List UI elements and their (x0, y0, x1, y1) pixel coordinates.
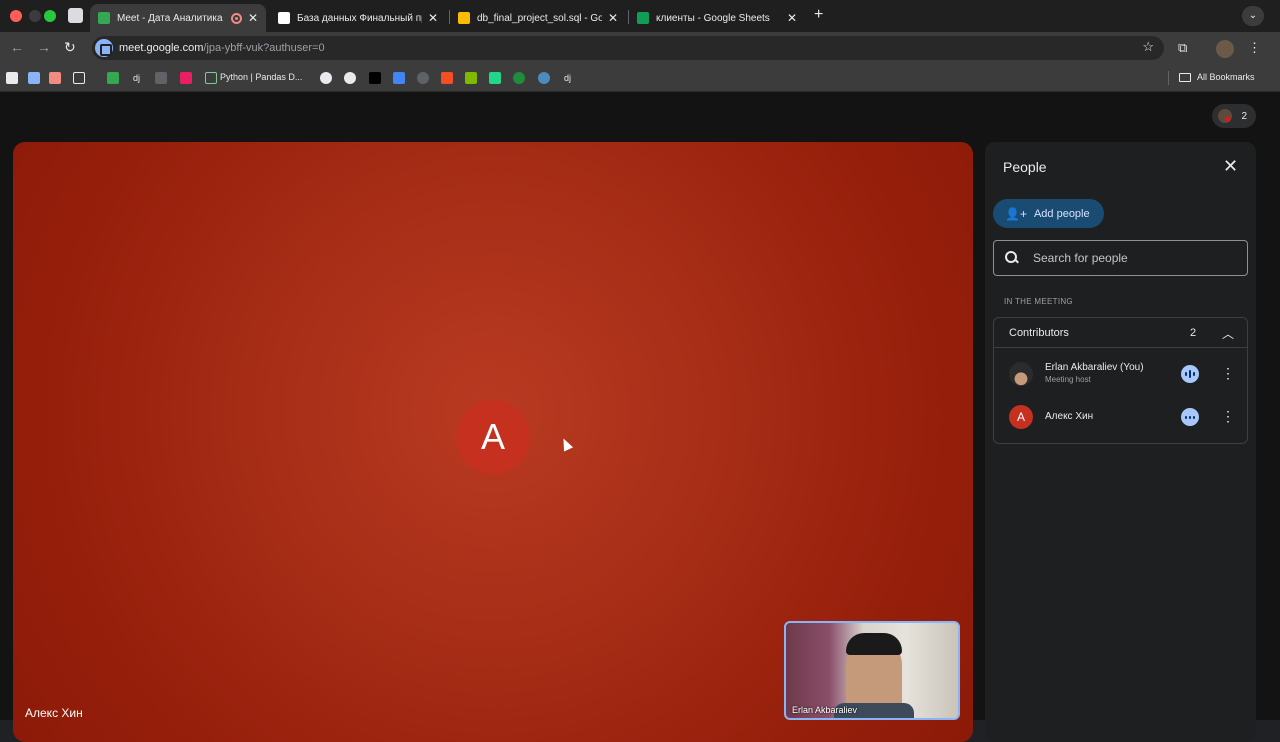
tab-strip: Meet - Дата Аналитика ✕ База данных Фина… (0, 0, 1280, 32)
apps-grid-icon[interactable] (73, 72, 85, 84)
back-arrow-icon[interactable]: ← (10, 39, 24, 55)
tab-close-icon[interactable]: ✕ (787, 11, 797, 25)
list-item: Erlan Akbaraliev (You) Meeting host ⋮ (994, 354, 1247, 394)
contributors-header[interactable]: Contributors 2 ︿ (994, 318, 1247, 348)
section-label: IN THE MEETING (1004, 297, 1073, 306)
extensions-icon[interactable]: ⧉ (1178, 40, 1187, 56)
kebab-menu-icon[interactable]: ⋮ (1248, 40, 1261, 56)
python-icon[interactable] (538, 72, 550, 84)
reload-icon[interactable]: ↻ (64, 39, 76, 56)
tab-database[interactable]: База данных Финальный пр ✕ (270, 4, 446, 32)
tab-title: Meet - Дата Аналитика (117, 12, 223, 24)
forward-arrow-icon[interactable]: → (37, 39, 51, 55)
bookmarks-bar: dj Python | Pandas D... dj All Bookmarks (0, 64, 1280, 92)
github-icon[interactable] (417, 72, 429, 84)
tab-sql-file[interactable]: db_final_project_sol.sql - Go ✕ (450, 4, 626, 32)
tab-close-icon[interactable]: ✕ (608, 11, 618, 25)
bookmark-dj[interactable]: dj (564, 73, 571, 83)
bookmark-icon[interactable] (513, 72, 525, 84)
bookmark-icon[interactable] (369, 72, 381, 84)
contributors-group: Contributors 2 ︿ Erlan Akbaraliev (You) … (993, 317, 1248, 444)
group-count: 2 (1190, 327, 1197, 339)
bookmark-icon[interactable] (49, 72, 61, 84)
add-people-label: Add people (1033, 207, 1090, 220)
profile-avatar[interactable] (1216, 40, 1234, 58)
participant-count-chip[interactable]: 2 (1212, 104, 1256, 128)
tab-sheets[interactable]: клиенты - Google Sheets ✕ (629, 4, 805, 32)
close-icon[interactable]: ✕ (1223, 156, 1238, 177)
doc-favicon-icon (278, 12, 290, 24)
docs-icon[interactable] (393, 72, 405, 84)
bookmark-icon[interactable] (344, 72, 356, 84)
participant-avatar: A (456, 400, 530, 474)
github-icon[interactable] (320, 72, 332, 84)
avatar: A (1009, 405, 1033, 429)
participant-count: 2 (1241, 110, 1247, 122)
self-view-name: Erlan Akbaraliev (792, 705, 858, 715)
search-icon (1005, 251, 1019, 265)
drive-favicon-icon (458, 12, 470, 24)
search-input[interactable] (1033, 251, 1233, 265)
bookmark-icon[interactable] (180, 72, 192, 84)
window-zoom-button[interactable] (44, 10, 56, 22)
bookmark-divider (1168, 71, 1169, 85)
bookmark-python-pandas[interactable]: Python | Pandas D... (220, 72, 302, 82)
bookmark-dj[interactable]: dj (133, 73, 140, 83)
list-item: A Алекс Хин ⋮ (994, 397, 1247, 437)
window-close-button[interactable] (10, 10, 22, 22)
people-search-box[interactable] (993, 240, 1248, 276)
person-name: Алекс Хин (1045, 411, 1094, 422)
avatar (1009, 362, 1033, 386)
add-person-icon: 👤+ (1005, 206, 1027, 221)
window-minimize-button[interactable] (29, 10, 41, 22)
audio-indicator-icon (1181, 365, 1199, 383)
more-vert-icon[interactable]: ⋮ (1221, 366, 1235, 380)
tab-title: База данных Финальный пр (297, 12, 422, 24)
mouse-cursor-icon (558, 436, 574, 452)
panel-title: People (1003, 159, 1047, 175)
tab-meet[interactable]: Meet - Дата Аналитика ✕ (90, 4, 266, 32)
pinned-tab[interactable] (68, 8, 83, 23)
avatar-badge (1225, 116, 1231, 122)
bookmark-icon[interactable] (489, 72, 501, 84)
more-vert-icon[interactable]: ⋮ (1221, 409, 1235, 423)
bookmark-icon[interactable] (155, 72, 167, 84)
site-info-icon[interactable] (95, 39, 113, 57)
all-bookmarks[interactable]: All Bookmarks (1197, 72, 1255, 82)
chevron-up-icon[interactable]: ︿ (1222, 325, 1234, 342)
bookmark-star-icon[interactable]: ☆ (1142, 39, 1154, 55)
drive-icon[interactable] (107, 72, 119, 84)
self-video-hair (846, 633, 902, 655)
add-people-button[interactable]: 👤+ Add people (993, 199, 1104, 228)
url-path: /jpa-ybff-vuk?authuser=0 (203, 42, 325, 54)
sheets-favicon-icon (637, 12, 649, 24)
audio-indicator-icon (1181, 408, 1199, 426)
tab-title: db_final_project_sol.sql - Go (477, 12, 602, 24)
microsoft-icon[interactable] (465, 72, 477, 84)
bookmark-icon[interactable] (6, 72, 18, 84)
microsoft-icon[interactable] (441, 72, 453, 84)
recording-icon (230, 12, 242, 24)
person-name: Erlan Akbaraliev (You) (1045, 362, 1144, 373)
tab-close-icon[interactable]: ✕ (428, 11, 438, 25)
tab-close-icon[interactable]: ✕ (248, 11, 258, 25)
person-role: Meeting host (1045, 375, 1091, 384)
participant-name: Алекс Хин (25, 706, 83, 720)
tab-title: клиенты - Google Sheets (656, 12, 770, 24)
meet-favicon-icon (98, 12, 110, 24)
bookmark-icon[interactable] (205, 72, 217, 84)
bookmark-icon[interactable] (28, 72, 40, 84)
self-view-tile[interactable]: Erlan Akbaraliev (784, 621, 960, 720)
people-panel: People ✕ 👤+ Add people IN THE MEETING Co… (985, 142, 1256, 742)
new-tab-icon[interactable]: + (814, 6, 823, 24)
browser-toolbar: ← → ↻ meet.google.com /jpa-ybff-vuk?auth… (0, 32, 1280, 64)
url-host: meet.google.com (119, 42, 204, 54)
folder-icon (1179, 73, 1191, 82)
tab-search-icon[interactable]: ⌄ (1242, 6, 1264, 26)
group-title: Contributors (1009, 327, 1069, 339)
address-bar[interactable]: meet.google.com /jpa-ybff-vuk?authuser=0… (92, 36, 1164, 60)
